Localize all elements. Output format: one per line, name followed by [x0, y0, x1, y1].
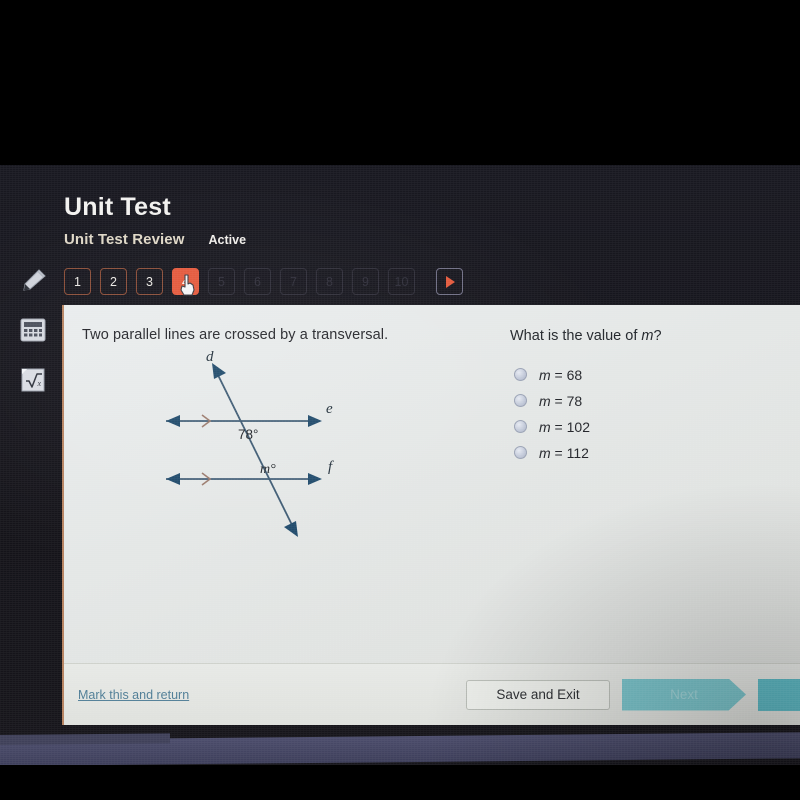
status-badge: Active: [208, 233, 247, 247]
question-button-label: 9: [362, 274, 369, 289]
answer-choices: m = 68 m = 78 m = 102 m = 112: [510, 362, 774, 465]
footer-actions: Save and Exit Next: [466, 678, 800, 711]
play-button[interactable]: [436, 268, 463, 295]
question-stem-column: Two parallel lines are crossed by a tran…: [82, 327, 492, 549]
question-button-7[interactable]: 7: [280, 268, 307, 295]
radio-button[interactable]: [514, 420, 527, 433]
calculator-tool[interactable]: [16, 315, 50, 345]
radio-button[interactable]: [514, 394, 527, 407]
question-button-label: 4: [182, 274, 189, 289]
highlighter-tool[interactable]: [16, 265, 50, 295]
question-button-6[interactable]: 6: [244, 268, 271, 295]
answer-choice-label: m = 102: [539, 419, 590, 435]
tool-rail: x: [12, 265, 54, 395]
save-and-exit-button[interactable]: Save and Exit: [466, 679, 610, 710]
label-f: f: [328, 459, 334, 475]
radio-button[interactable]: [514, 368, 527, 381]
question-button-label: 1: [74, 274, 81, 289]
highlighter-icon: [23, 269, 46, 291]
question-button-8[interactable]: 8: [316, 268, 343, 295]
radio-button[interactable]: [514, 446, 527, 459]
header: Unit Test Unit Test Review Active: [64, 193, 247, 249]
question-button-5[interactable]: 5: [208, 268, 235, 295]
question-button-3[interactable]: 3: [136, 268, 163, 295]
label-d: d: [206, 349, 214, 365]
play-icon: [446, 275, 455, 288]
choice-eq: =: [550, 392, 567, 409]
header-subtitle: Unit Test Review: [64, 231, 185, 248]
prompt-prefix: What is the value of: [510, 328, 642, 344]
question-button-1[interactable]: 1: [64, 268, 91, 295]
question-prompt: What is the value of m?: [510, 328, 774, 344]
question-stem: Two parallel lines are crossed by a tran…: [82, 327, 389, 343]
question-button-label: 3: [146, 274, 153, 289]
question-button-label: 10: [394, 274, 409, 289]
mark-this-and-return-link[interactable]: Mark this and return: [78, 688, 189, 702]
answer-choice-3[interactable]: m = 102: [510, 414, 774, 439]
question-button-label: 7: [290, 274, 297, 289]
question-button-label: 5: [218, 274, 225, 289]
question-number-strip: 1 2 3 4 5 6 7 8 9 10: [64, 268, 463, 296]
answer-choice-label: m = 78: [539, 393, 582, 409]
prompt-suffix: ?: [653, 328, 662, 344]
choice-value: 68: [566, 366, 583, 383]
square-root-icon: x: [21, 368, 45, 392]
answer-choice-2[interactable]: m = 78: [510, 388, 774, 413]
choice-eq: =: [550, 366, 567, 383]
question-button-label: 6: [254, 274, 261, 289]
content-page: Two parallel lines are crossed by a tran…: [62, 305, 800, 725]
choice-value: 78: [566, 392, 583, 409]
question-button-9[interactable]: 9: [352, 268, 379, 295]
choice-value: 112: [566, 444, 589, 461]
photo-frame: Unit Test Unit Test Review Active 1 2 3 …: [0, 0, 800, 800]
answer-choice-label: m = 112: [539, 445, 589, 461]
page-title: Unit Test: [64, 193, 171, 221]
choice-var: m: [539, 366, 551, 383]
calculator-icon: [20, 318, 46, 342]
question-button-label: 8: [326, 274, 333, 289]
label-78deg: 78°: [238, 427, 258, 442]
next-secondary-button[interactable]: [758, 678, 800, 711]
choice-var: m: [539, 418, 551, 435]
question-button-label: 2: [110, 274, 117, 289]
answer-choice-1[interactable]: m = 68: [510, 362, 774, 387]
question-button-2[interactable]: 2: [100, 268, 127, 295]
parallel-lines-transversal-figure: d e f 78° m°: [166, 349, 334, 537]
question-button-10[interactable]: 10: [388, 268, 415, 295]
choice-var: m: [539, 444, 551, 461]
label-mdeg: m°: [260, 462, 276, 477]
choice-var: m: [539, 392, 551, 409]
answer-choice-4[interactable]: m = 112: [510, 440, 774, 465]
svg-text:x: x: [37, 379, 42, 388]
question-button-4-current[interactable]: 4: [172, 268, 199, 296]
label-e: e: [326, 401, 333, 417]
footer-bar: Mark this and return Save and Exit Next: [64, 663, 800, 725]
choice-eq: =: [550, 444, 567, 461]
laptop-screen: Unit Test Unit Test Review Active 1 2 3 …: [0, 165, 800, 765]
answer-choice-label: m = 68: [539, 367, 582, 383]
answer-column: What is the value of m? m = 68 m = 78 m …: [492, 327, 774, 549]
choice-eq: =: [550, 418, 567, 435]
math-tool[interactable]: x: [16, 365, 50, 395]
choice-value: 102: [566, 418, 590, 435]
geometry-diagram: d e f 78° m°: [142, 349, 392, 549]
prompt-variable: m: [641, 328, 654, 344]
next-button[interactable]: Next: [622, 678, 746, 711]
